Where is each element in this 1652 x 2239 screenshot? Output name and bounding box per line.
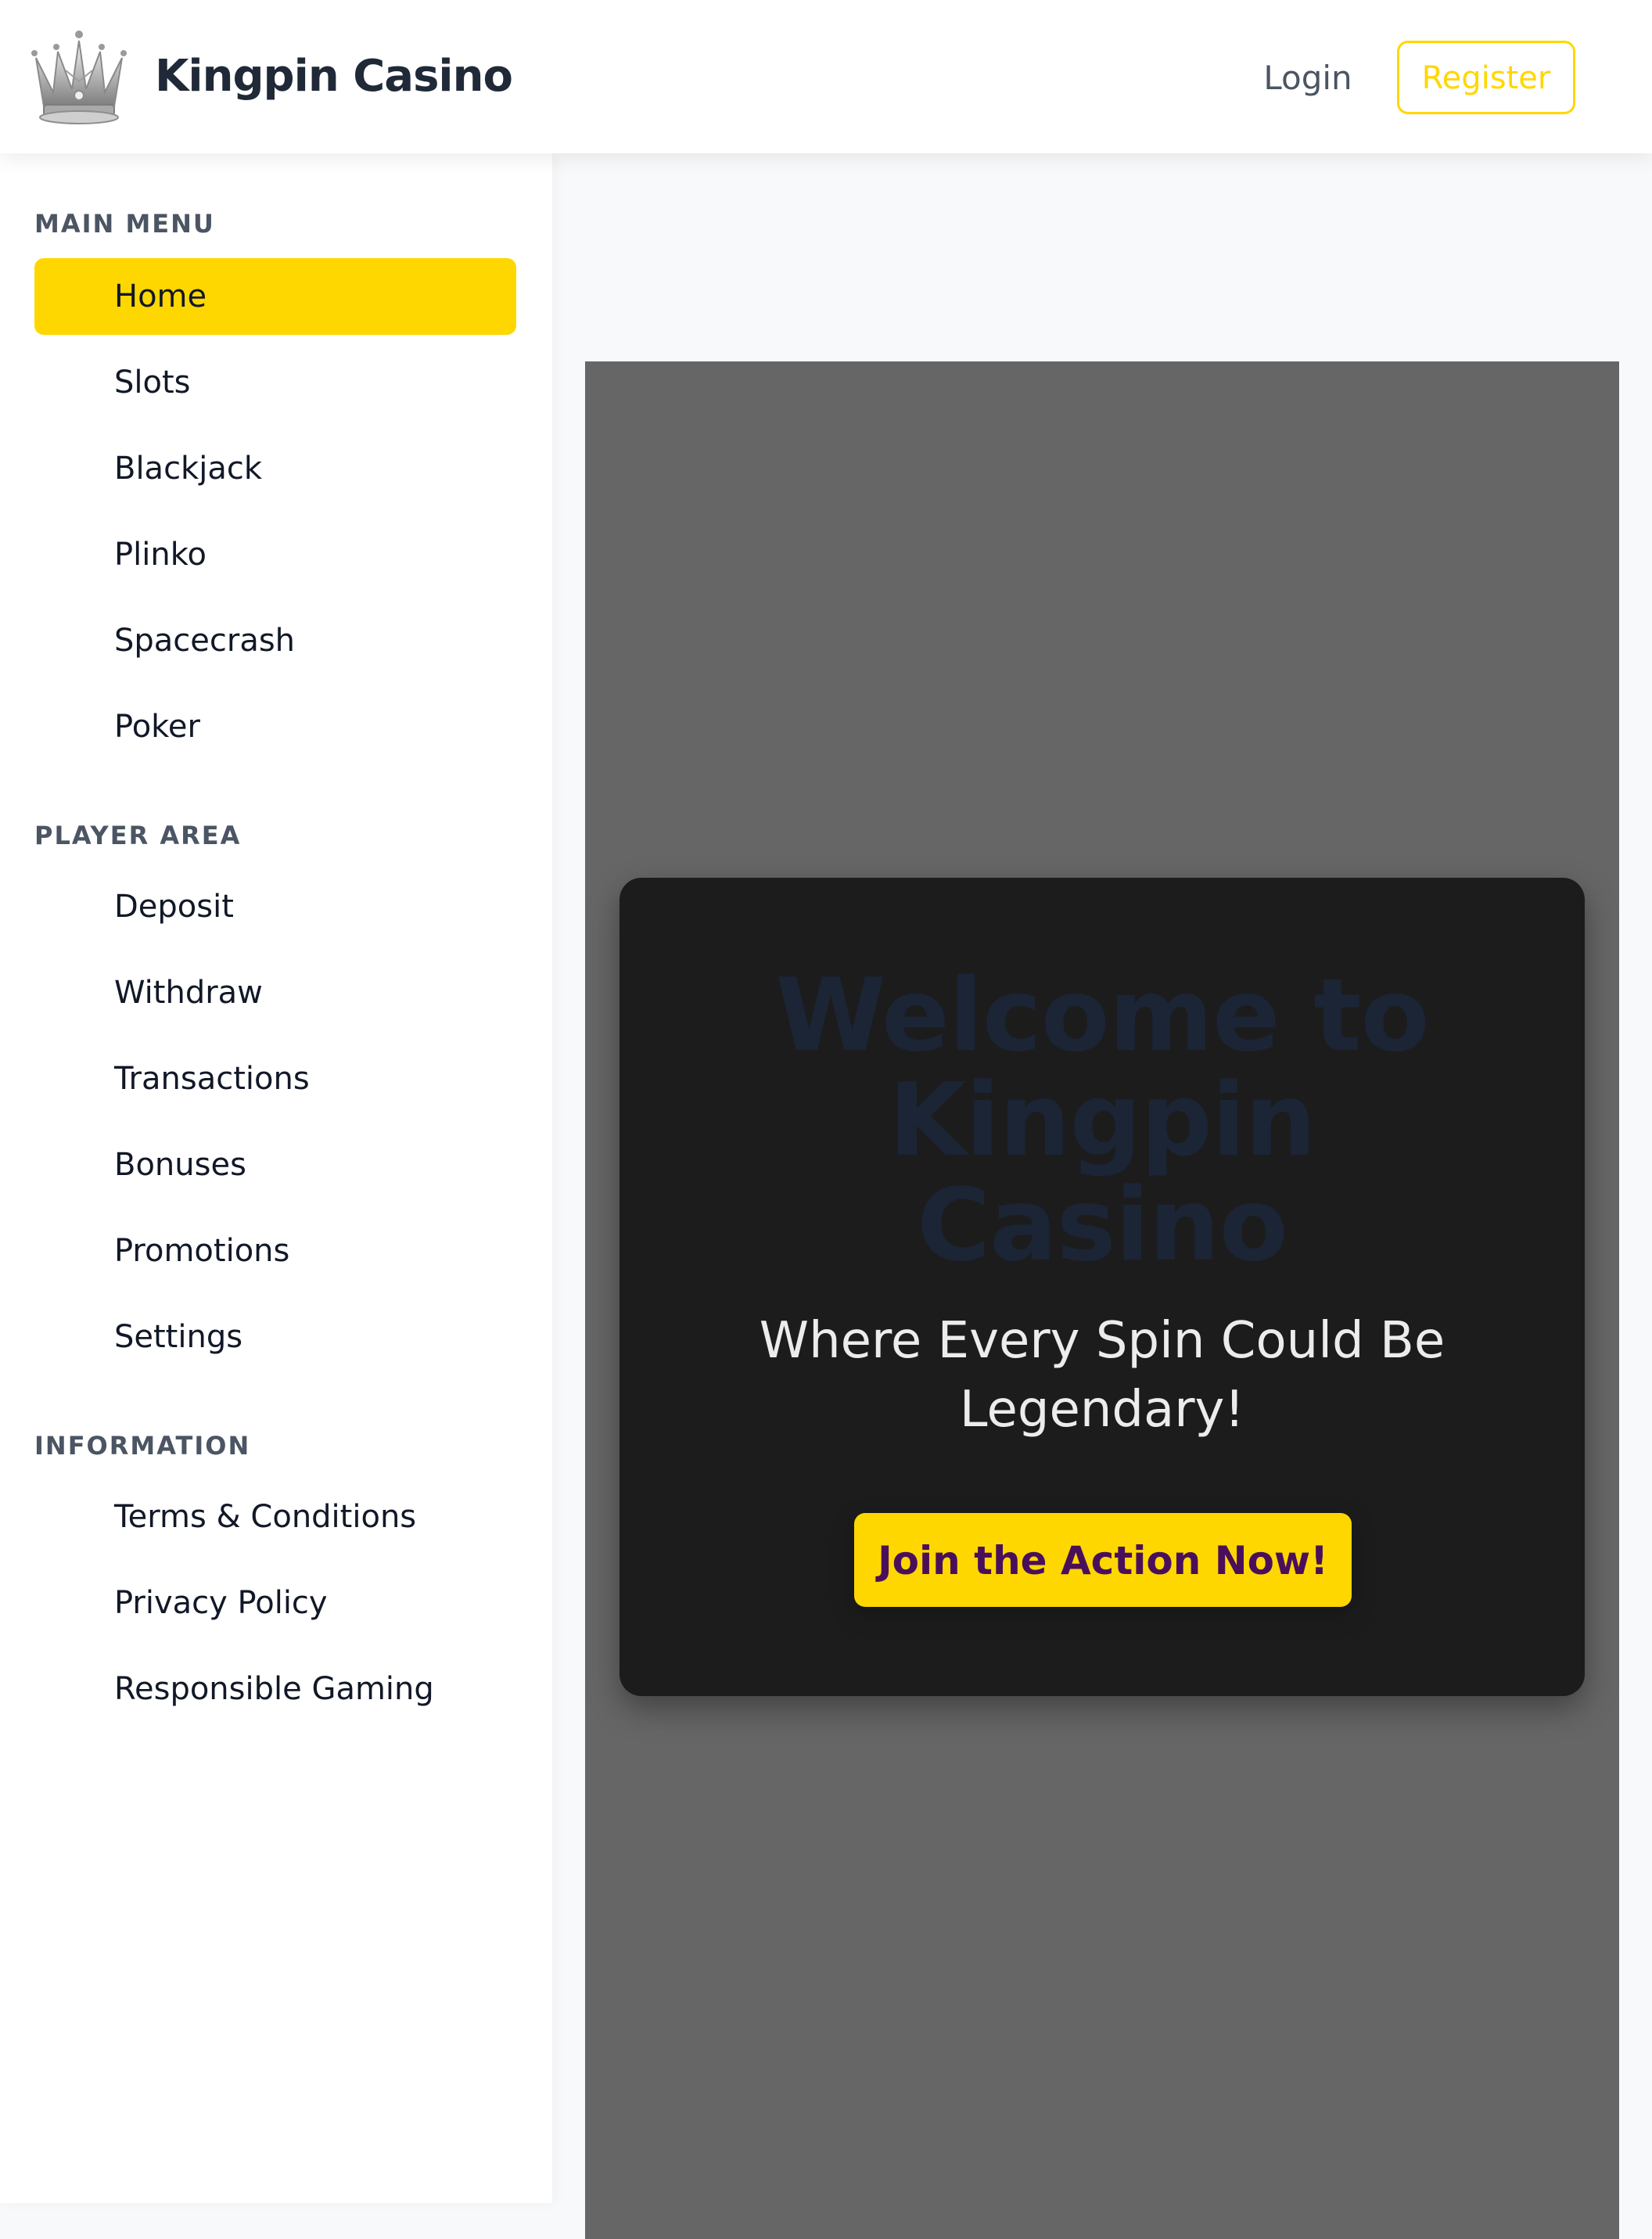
sidebar-item-home[interactable]: Home <box>34 258 516 335</box>
sidebar-item-settings[interactable]: Settings <box>34 1299 516 1375</box>
sidebar-item-label: Spacecrash <box>114 623 296 659</box>
crown-icon[interactable] <box>27 27 131 128</box>
sidebar-item-label: Poker <box>114 709 200 745</box>
sidebar-item-bonuses[interactable]: Bonuses <box>34 1127 516 1203</box>
sidebar-item-poker[interactable]: Poker <box>34 688 516 765</box>
sidebar-section-player-area: PLAYER AREA <box>34 821 242 850</box>
sidebar-item-label: Responsible Gaming <box>114 1671 434 1707</box>
sidebar-item-terms[interactable]: Terms & Conditions <box>34 1479 516 1555</box>
sidebar-item-spacecrash[interactable]: Spacecrash <box>34 602 516 679</box>
sidebar-item-label: Transactions <box>114 1061 310 1097</box>
join-action-button[interactable]: Join the Action Now! <box>854 1513 1352 1607</box>
register-button[interactable]: Register <box>1397 41 1575 114</box>
sidebar-item-promotions[interactable]: Promotions <box>34 1213 516 1289</box>
sidebar-item-slots[interactable]: Slots <box>34 344 516 421</box>
brand-name[interactable]: Kingpin Casino <box>155 45 513 108</box>
sidebar-section-information: INFORMATION <box>34 1431 251 1461</box>
sidebar: MAIN MENU Home Slots Blackjack Plinko Sp… <box>0 153 552 2203</box>
main-content: Welcome to Kingpin Casino Where Every Sp… <box>552 153 1652 2239</box>
sidebar-item-label: Privacy Policy <box>114 1585 328 1621</box>
sidebar-item-label: Settings <box>114 1319 243 1355</box>
sidebar-item-deposit[interactable]: Deposit <box>34 868 516 945</box>
hero-card: Welcome to Kingpin Casino Where Every Sp… <box>620 878 1585 1696</box>
sidebar-item-withdraw[interactable]: Withdraw <box>34 954 516 1031</box>
hero-subtitle: Where Every Spin Could Be Legendary! <box>759 1312 1446 1439</box>
sidebar-item-label: Slots <box>114 365 191 401</box>
sidebar-item-blackjack[interactable]: Blackjack <box>34 430 516 507</box>
sidebar-item-label: Promotions <box>114 1233 290 1269</box>
sidebar-item-transactions[interactable]: Transactions <box>34 1040 516 1117</box>
sidebar-item-label: Terms & Conditions <box>114 1499 417 1535</box>
sidebar-item-label: Blackjack <box>114 451 263 487</box>
sidebar-item-label: Deposit <box>114 889 234 925</box>
sidebar-item-privacy-policy[interactable]: Privacy Policy <box>34 1565 516 1641</box>
sidebar-item-label: Withdraw <box>114 975 263 1011</box>
login-link[interactable]: Login <box>1252 47 1364 110</box>
top-header: Kingpin Casino Login Register <box>0 0 1652 153</box>
sidebar-item-responsible-gaming[interactable]: Responsible Gaming <box>34 1651 516 1727</box>
sidebar-item-plinko[interactable]: Plinko <box>34 516 516 593</box>
hero-banner: Welcome to Kingpin Casino Where Every Sp… <box>585 361 1619 2239</box>
hero-title: Welcome to Kingpin Casino <box>775 958 1430 1284</box>
sidebar-section-main-menu: MAIN MENU <box>34 209 215 239</box>
sidebar-item-label: Bonuses <box>114 1147 246 1183</box>
sidebar-item-label: Home <box>114 279 207 314</box>
sidebar-item-label: Plinko <box>114 537 206 573</box>
